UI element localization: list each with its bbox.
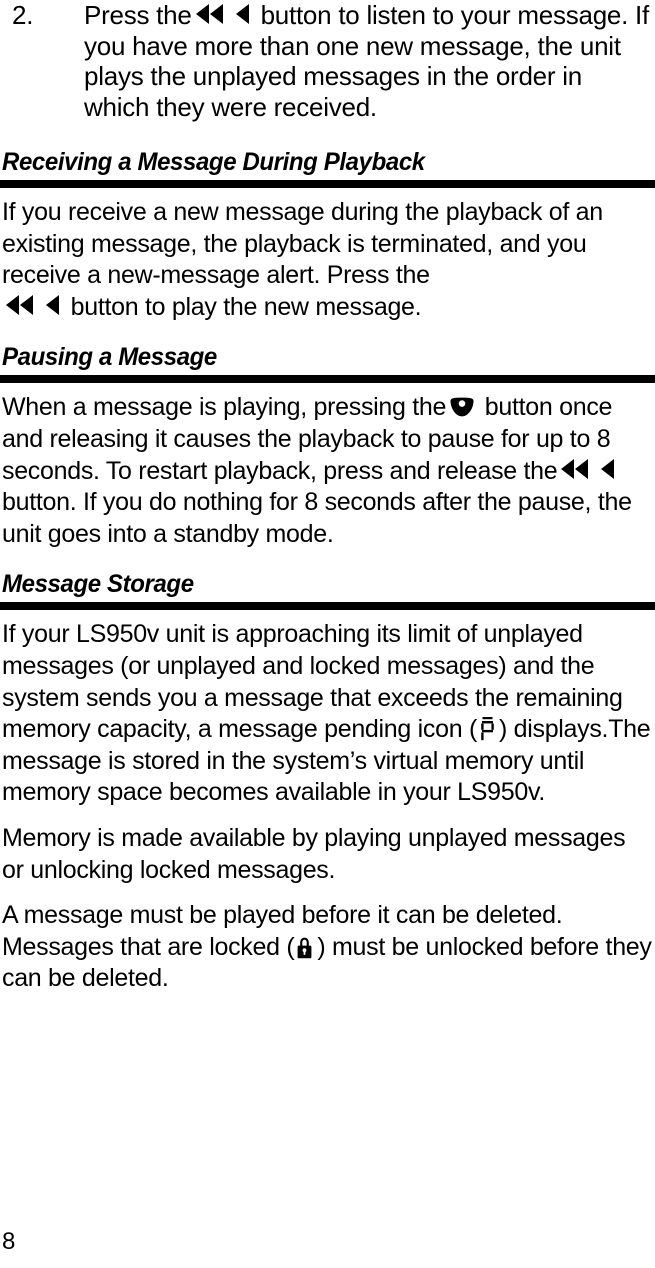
previous-icon bbox=[235, 3, 251, 25]
heading-rule bbox=[0, 375, 655, 384]
message-pending-icon bbox=[480, 717, 495, 741]
section-message-storage: Message Storage If your LS950v unit is a… bbox=[0, 570, 655, 995]
section-paragraph: When a message is playing, pressing the … bbox=[2, 392, 653, 550]
section-pausing-message: Pausing a Message When a message is play… bbox=[0, 343, 655, 550]
page-content: 2. Press the button to listen to your me… bbox=[0, 0, 655, 1009]
manual-page: 2. Press the button to listen to your me… bbox=[0, 0, 655, 1268]
heading-rule bbox=[0, 602, 655, 611]
previous-icon bbox=[600, 458, 616, 480]
section-paragraph: A message must be played before it can b… bbox=[2, 900, 653, 995]
section-receiving-message: Receiving a Message During Playback If y… bbox=[0, 148, 655, 323]
numbered-step: 2. Press the button to listen to your me… bbox=[2, 0, 653, 122]
rewind-icon bbox=[559, 458, 590, 480]
paragraph-tail: button. If you do nothing for 8 seconds … bbox=[2, 488, 632, 548]
section-heading: Pausing a Message bbox=[2, 343, 217, 372]
page-number: 8 bbox=[2, 1228, 16, 1255]
step-text: Press the button to listen to your messa… bbox=[84, 0, 653, 122]
lock-icon bbox=[296, 936, 313, 959]
section-paragraph: If you receive a new message during the … bbox=[2, 197, 653, 323]
previous-icon bbox=[45, 294, 61, 316]
heading-rule bbox=[0, 180, 655, 188]
step-number: 2. bbox=[12, 0, 34, 30]
select-icon bbox=[449, 397, 475, 417]
rewind-icon bbox=[4, 294, 35, 316]
rewind-icon bbox=[194, 3, 225, 25]
section-paragraph: Memory is made available by playing unpl… bbox=[2, 823, 653, 886]
paragraph-lead: When a message is playing, pressing the bbox=[2, 393, 447, 422]
paragraph-lead: If you receive a new message during the … bbox=[2, 198, 603, 290]
section-heading: Receiving a Message During Playback bbox=[2, 148, 425, 176]
section-paragraph: If your LS950v unit is approaching its l… bbox=[2, 619, 653, 809]
section-heading: Message Storage bbox=[2, 570, 194, 599]
paragraph-lead: Memory is made available by playing unpl… bbox=[2, 823, 626, 884]
step-text-before: Press the bbox=[84, 0, 192, 30]
paragraph-tail: button to play the new message. bbox=[70, 292, 422, 321]
